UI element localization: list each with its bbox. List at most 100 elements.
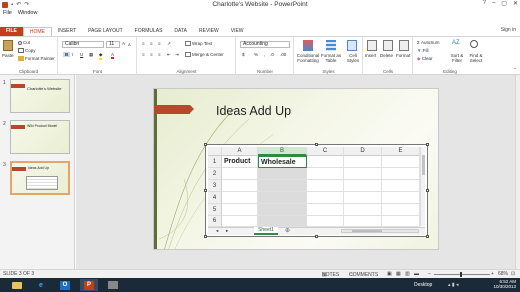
cell-e5[interactable] — [382, 204, 420, 216]
slide-thumbnail-1[interactable]: Charlotte's Website — [10, 79, 70, 113]
cell-b2[interactable] — [258, 168, 307, 180]
sheet-tab-sheet1[interactable]: Sheet1 — [254, 227, 278, 235]
tab-insert[interactable]: INSERT — [52, 27, 82, 36]
cell-a3[interactable] — [222, 180, 258, 192]
delete-cells-button[interactable]: Delete — [380, 53, 393, 58]
wrap-text-button[interactable]: Wrap Text — [185, 41, 212, 47]
format-cells-button[interactable]: Format — [396, 53, 410, 58]
grow-font-icon[interactable]: A — [122, 41, 125, 46]
cell-d2[interactable] — [344, 168, 382, 180]
sort-filter-icon[interactable]: AZ — [452, 40, 462, 51]
align-bottom-icon[interactable]: ≡ — [158, 41, 161, 46]
resize-handle[interactable] — [315, 235, 318, 238]
autosum-button[interactable]: Σ AutoSum — [417, 40, 440, 45]
comma-icon[interactable]: , — [264, 52, 265, 57]
resize-handle[interactable] — [204, 189, 207, 192]
format-as-table-button[interactable]: Format as Table — [320, 53, 342, 63]
find-select-button[interactable]: Find & Select — [466, 53, 486, 63]
paste-icon[interactable] — [3, 40, 13, 51]
tab-data[interactable]: DATA — [168, 27, 193, 36]
tab-page-layout[interactable]: PAGE LAYOUT — [82, 27, 129, 36]
row-header-5[interactable]: 5 — [208, 204, 222, 216]
select-all-corner[interactable] — [208, 147, 222, 156]
tab-review[interactable]: REVIEW — [193, 27, 225, 36]
resize-handle[interactable] — [426, 143, 429, 146]
zoom-slider-thumb[interactable] — [460, 272, 462, 277]
cell-c5[interactable] — [307, 204, 344, 216]
format-cells-icon[interactable] — [399, 40, 409, 51]
cell-styles-icon[interactable] — [347, 40, 357, 51]
insert-cells-button[interactable]: Insert — [365, 53, 376, 58]
tab-view[interactable]: VIEW — [225, 27, 250, 36]
cell-d4[interactable] — [344, 192, 382, 204]
help-button[interactable]: ? — [483, 0, 486, 7]
cell-e4[interactable] — [382, 192, 420, 204]
outlook-icon[interactable]: O — [56, 279, 74, 291]
merge-center-button[interactable]: Merge & Center — [185, 52, 224, 58]
resize-handle[interactable] — [426, 235, 429, 238]
file-explorer-icon[interactable] — [8, 279, 26, 291]
resize-handle[interactable] — [204, 235, 207, 238]
conditional-formatting-button[interactable]: Conditional Formatting — [295, 53, 321, 63]
indent-icon[interactable]: ⇤ — [167, 52, 171, 58]
resize-handle[interactable] — [204, 143, 207, 146]
cell-b1[interactable]: Wholesale — [258, 156, 307, 168]
view-sorter-icon[interactable]: ▦ — [396, 271, 401, 277]
cell-b4[interactable] — [258, 192, 307, 204]
column-header-a[interactable]: A — [222, 147, 258, 156]
cell-e1[interactable] — [382, 156, 420, 168]
cell-d6[interactable] — [344, 216, 382, 227]
format-painter-button[interactable]: Format Painter — [18, 56, 55, 62]
scrollbar-thumb[interactable] — [422, 155, 425, 175]
column-header-d[interactable]: D — [344, 147, 382, 156]
horizontal-scrollbar-thumb[interactable] — [352, 230, 382, 232]
insert-cells-icon[interactable] — [367, 40, 377, 51]
borders-icon[interactable]: ▦ — [89, 52, 93, 58]
cell-c1[interactable] — [307, 156, 344, 168]
decrease-decimal-icon[interactable]: .00 — [280, 52, 286, 57]
align-middle-icon[interactable]: ≡ — [150, 41, 153, 46]
row-header-4[interactable]: 4 — [208, 192, 222, 204]
clock[interactable]: 6:52 AM 10/30/2013 — [493, 279, 516, 289]
cell-b6[interactable] — [258, 216, 307, 227]
cell-a1[interactable]: Product — [222, 156, 258, 168]
delete-cells-icon[interactable] — [383, 40, 393, 51]
cell-a5[interactable] — [222, 204, 258, 216]
cell-a4[interactable] — [222, 192, 258, 204]
sign-in-link[interactable]: Sign in — [501, 27, 516, 33]
align-right-icon[interactable]: ≡ — [158, 52, 161, 57]
cell-c3[interactable] — [307, 180, 344, 192]
slide-thumbnail-3[interactable]: Ideas Add Up — [10, 161, 70, 195]
cell-e2[interactable] — [382, 168, 420, 180]
cell-e6[interactable] — [382, 216, 420, 227]
font-size-select[interactable]: 11 — [106, 41, 120, 48]
sheet-next-icon[interactable]: ▸ — [226, 228, 228, 234]
number-format-select[interactable]: Accounting — [240, 41, 290, 48]
view-reading-icon[interactable]: ▥ — [405, 271, 410, 277]
cell-d5[interactable] — [344, 204, 382, 216]
currency-button[interactable]: $ — [242, 52, 245, 57]
fit-slide-icon[interactable]: ⊡ — [511, 271, 515, 277]
row-header-3[interactable]: 3 — [208, 180, 222, 192]
format-as-table-icon[interactable] — [326, 40, 336, 51]
restore-button[interactable]: ▢ — [501, 0, 507, 7]
menu-window[interactable]: Window — [18, 10, 38, 18]
embedded-spreadsheet[interactable]: A B C D E 1 2 3 4 5 6 Product Wholesale — [204, 143, 429, 238]
row-header-1[interactable]: 1 — [208, 156, 222, 168]
cell-c4[interactable] — [307, 192, 344, 204]
canvas-vertical-scrollbar[interactable] — [515, 75, 520, 269]
cell-d1[interactable] — [344, 156, 382, 168]
row-header-6[interactable]: 6 — [208, 216, 222, 227]
collapse-ribbon-icon[interactable]: ⌃ — [513, 67, 517, 73]
outdent-icon[interactable]: ⇥ — [175, 52, 179, 58]
underline-button[interactable]: U — [80, 52, 83, 57]
zoom-out-button[interactable]: – — [428, 271, 431, 277]
increase-decimal-icon[interactable]: .0 — [270, 52, 274, 57]
fill-button[interactable]: ▼ Fill — [417, 48, 428, 53]
cell-b3[interactable] — [258, 180, 307, 192]
tab-home[interactable]: HOME — [22, 27, 52, 36]
percent-button[interactable]: % — [254, 52, 258, 57]
find-select-icon[interactable] — [470, 40, 478, 48]
font-name-select[interactable]: Calibri — [62, 41, 104, 48]
clear-button[interactable]: ◆ Clear — [417, 56, 432, 62]
